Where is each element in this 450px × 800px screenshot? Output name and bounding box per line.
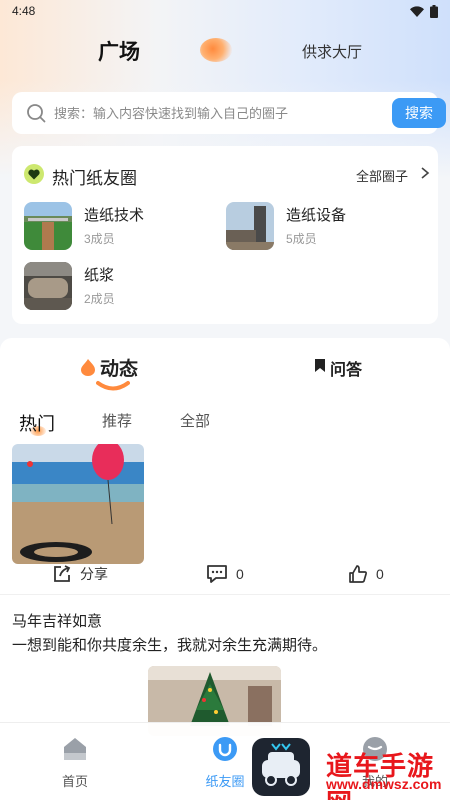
comment-icon [207,565,227,583]
tab-supply-demand[interactable]: 供求大厅 [302,41,362,62]
status-bar: 4:48 [0,0,450,22]
status-icons [410,4,438,18]
circle-item-papermaking-tech[interactable]: 造纸技术 3成员 [24,202,214,252]
post-body: 一想到能和你共度余生，我就对余生充满期待。 [12,637,328,654]
like-count: 0 [376,566,384,582]
circle-name: 纸浆 [84,267,115,284]
share-icon [54,565,71,582]
post-image[interactable] [12,444,144,564]
circle-thumbnail [24,262,72,310]
top-tabs: 广场 供求大厅 [0,30,450,70]
paper-circle-icon [213,737,237,761]
wifi-icon [410,5,424,17]
comment-button[interactable]: 0 [206,564,244,584]
status-time: 4:48 [12,4,36,18]
search-icon [27,104,46,123]
post-title: 马年吉祥如意 [12,613,103,630]
thumbs-up-icon [349,565,367,583]
tab-dynamics[interactable]: 动态 [100,354,138,381]
tab-active-underline [96,381,130,391]
circle-name: 造纸设备 [286,207,347,224]
battery-icon [430,4,438,18]
circle-item-papermaking-equipment[interactable]: 造纸设备 5成员 [226,202,416,252]
hot-circles-card: 热门纸友圈 全部圈子 造纸技术 3成员 造纸设备 5成员 纸浆 2成员 [12,146,438,324]
watermark-logo [252,738,310,796]
circle-thumbnail [24,202,72,250]
tab-active-indicator [200,38,232,62]
circle-members: 5成员 [286,232,317,246]
sub-tab-hot[interactable]: 热门 [19,410,55,436]
sub-tab-all[interactable]: 全部 [180,410,210,431]
circle-item-pulp[interactable]: 纸浆 2成员 [24,262,214,312]
watermark-url: www.dmwsz.com [326,776,442,792]
share-button[interactable]: 分享 [52,564,108,584]
bookmark-icon [315,359,325,372]
comment-count: 0 [236,566,244,582]
post-divider [0,594,450,595]
circle-thumbnail [226,202,274,250]
search-bar: 搜索 [12,92,446,134]
home-icon [64,738,86,760]
circle-name: 造纸技术 [84,207,145,224]
hot-circles-title: 热门纸友圈 [52,169,137,188]
sub-tab-recommended[interactable]: 推荐 [102,410,132,431]
search-button[interactable]: 搜索 [392,98,446,128]
nav-home[interactable]: 首页 [25,723,125,800]
tab-square[interactable]: 广场 [98,36,140,66]
flame-icon [81,359,95,376]
search-input[interactable] [54,102,384,124]
like-button[interactable]: 0 [348,564,384,584]
share-label: 分享 [80,566,108,582]
tab-qa[interactable]: 问答 [330,356,362,380]
all-circles-link[interactable]: 全部圈子 [356,166,408,185]
circle-members: 2成员 [84,292,115,306]
heart-icon [24,164,44,184]
chevron-right-icon[interactable] [420,166,430,180]
circle-members: 3成员 [84,232,115,246]
nav-home-label: 首页 [61,774,88,789]
